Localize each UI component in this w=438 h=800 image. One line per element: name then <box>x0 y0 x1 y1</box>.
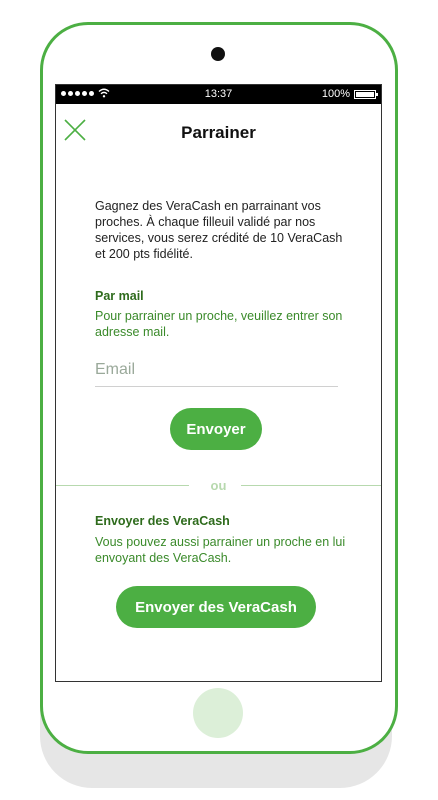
home-button[interactable] <box>193 688 243 738</box>
status-bar-right: 100% <box>321 88 378 100</box>
divider-right <box>241 485 381 486</box>
status-bar: 13:37 100% <box>56 85 381 104</box>
camera-icon <box>211 47 225 61</box>
page-title: Parrainer <box>181 123 256 142</box>
send-email-button[interactable]: Envoyer <box>170 408 262 450</box>
send-veracash-button[interactable]: Envoyer des VeraCash <box>116 586 316 628</box>
intro-text: Gagnez des VeraCash en parrainant vos pr… <box>95 199 343 261</box>
battery-percent: 100% <box>321 88 350 100</box>
app-screen: 13:37 100% Parrainer Gagnez des VeraCash… <box>55 84 382 682</box>
email-input[interactable] <box>95 353 338 387</box>
battery-icon <box>354 89 378 99</box>
mail-section-title: Par mail <box>95 289 144 303</box>
battery-fill <box>356 91 374 97</box>
mail-section-description: Pour parrainer un proche, veuillez entre… <box>95 309 343 339</box>
veracash-section-description: Vous pouvez aussi parrainer un proche en… <box>95 535 346 565</box>
veracash-section-title: Envoyer des VeraCash <box>95 514 230 528</box>
